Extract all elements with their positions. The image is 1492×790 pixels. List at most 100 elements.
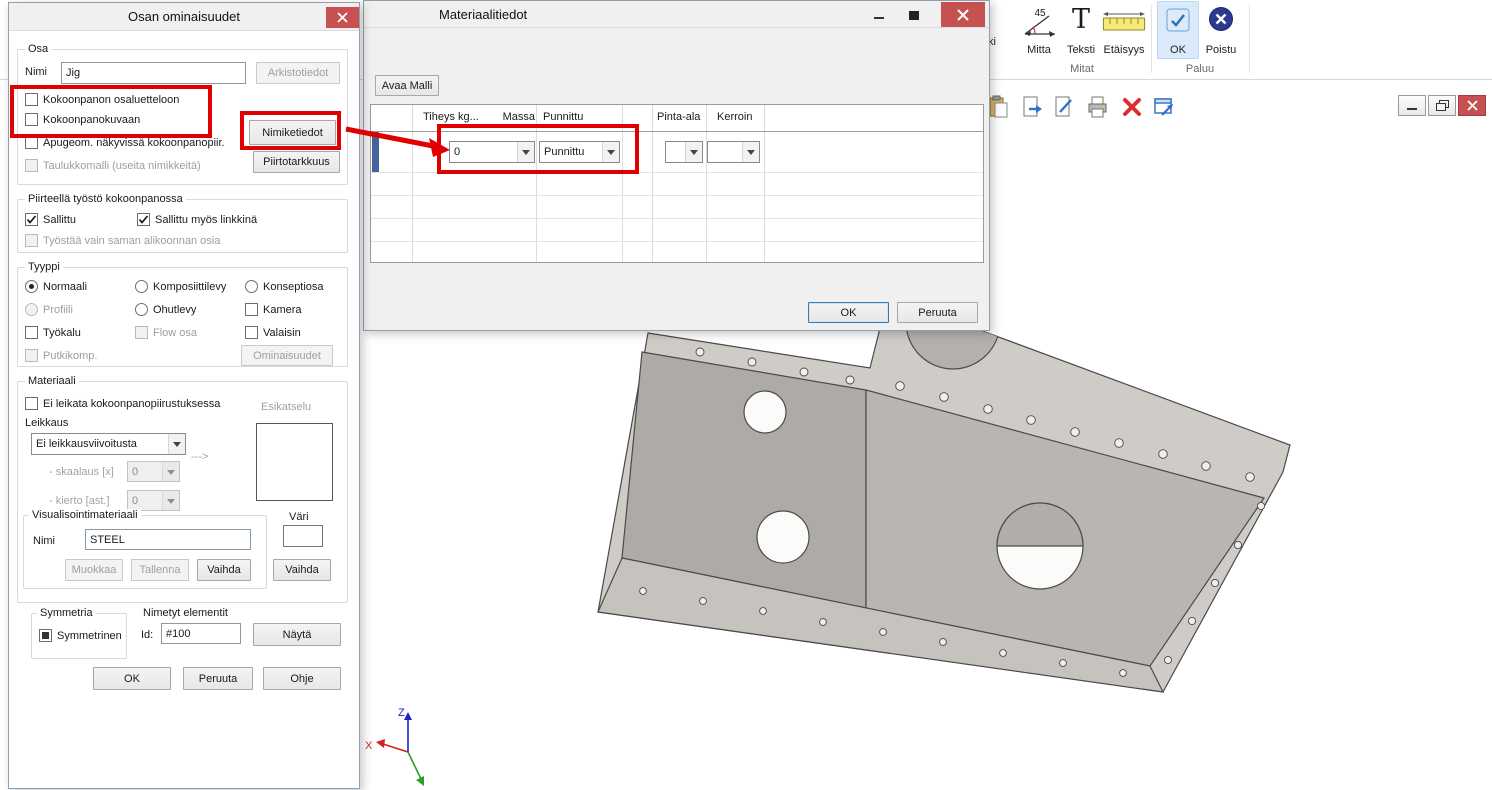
column-header-punnittu[interactable]: Punnittu (543, 111, 583, 123)
part-dialog-close-button[interactable] (326, 7, 359, 28)
radio-konseptiosa[interactable]: Konseptiosa (245, 280, 324, 293)
checkbox-tyokalu[interactable]: Työkalu (25, 326, 81, 339)
color-swatch[interactable] (283, 525, 323, 547)
part-dialog-titlebar[interactable]: Osan ominaisuudet (9, 3, 359, 31)
minimize-icon (1406, 101, 1418, 111)
material-dialog-close-button[interactable] (941, 2, 985, 27)
nimi-input[interactable]: Jig (61, 62, 246, 84)
checkbox-box (245, 326, 258, 339)
part-ohje-button[interactable]: Ohje (263, 667, 341, 690)
checkbox-box (25, 349, 38, 362)
material-table: Tiheys kg... Massa Punnittu Pinta-ala Ke… (370, 104, 984, 263)
id-label: Id: (141, 629, 153, 641)
kerroin-dropdown[interactable] (707, 141, 760, 163)
column-header-pinta-ala[interactable]: Pinta-ala (657, 111, 700, 123)
vis-nimi-value: STEEL (90, 534, 125, 546)
delete-icon[interactable] (1120, 95, 1144, 119)
part-peruuta-button[interactable]: Peruuta (183, 667, 253, 690)
checkbox-label: Taulukkomalli (useita nimikkeitä) (43, 160, 201, 172)
nayta-button[interactable]: Näytä (253, 623, 341, 646)
radio-komposiittilevy[interactable]: Komposiittilevy (135, 280, 226, 293)
vaihda-button[interactable]: Vaihda (197, 559, 251, 581)
leikkaus-dropdown[interactable]: Ei leikkausviivoitusta (31, 433, 186, 455)
edit-document-icon[interactable] (1052, 95, 1076, 119)
print-icon[interactable] (1086, 95, 1110, 119)
checkbox-symmetrinen[interactable]: Symmetrinen (39, 629, 122, 642)
checkbox-label: Kokoonpanokuvaan (43, 114, 140, 126)
minimize-icon (873, 10, 885, 20)
checkbox-kokoonpanon-osaluetteloon[interactable]: Kokoonpanon osaluetteloon (25, 93, 179, 106)
tallenna-button: Tallenna (131, 559, 189, 581)
export-document-icon[interactable] (1020, 95, 1044, 119)
radio-ohutlevy[interactable]: Ohutlevy (135, 303, 196, 316)
window-minimize-button[interactable] (1398, 95, 1426, 116)
column-header-massa[interactable]: Massa (489, 111, 535, 123)
preview-box (256, 423, 333, 501)
ok-check-icon (1166, 8, 1190, 32)
vis-nimi-input[interactable]: STEEL (85, 529, 251, 550)
checkbox-ei-leikata[interactable]: Ei leikata kokoonpanopiirustuksessa (25, 397, 220, 410)
etaisyys-button[interactable]: Etäisyys (1104, 44, 1145, 56)
mitta-button[interactable]: Mitta (1027, 44, 1051, 56)
export-window-icon[interactable] (1152, 95, 1176, 119)
group-tyyppi-label: Tyyppi (25, 261, 63, 273)
checkbox-apugeom[interactable]: Apugeom. näkyvissä kokoonpanopiir. (25, 136, 225, 149)
checkbox-label: Kokoonpanon osaluetteloon (43, 94, 179, 106)
ribbon-separator (1151, 5, 1152, 73)
checkbox-box (25, 113, 38, 126)
radio-profiili: Profiili (25, 303, 73, 316)
part-ok-button[interactable]: OK (93, 667, 171, 690)
radio-label: Normaali (43, 281, 87, 293)
avaa-malli-button[interactable]: Avaa Malli (375, 75, 439, 96)
nimiketiedot-button[interactable]: Nimiketiedot (249, 120, 336, 145)
column-header-tiheys[interactable]: Tiheys kg... (423, 111, 479, 123)
ribbon-group-mitat: Mitat (1070, 63, 1094, 75)
material-peruuta-button[interactable]: Peruuta (897, 302, 978, 323)
checkbox-box (25, 213, 38, 226)
checkbox-sallittu-linkkina[interactable]: Sallittu myös linkkinä (137, 213, 257, 226)
punnittu-dropdown[interactable]: Punnittu (539, 141, 620, 163)
kierto-dropdown: 0 (127, 490, 180, 511)
checkbox-label: Apugeom. näkyvissä kokoonpanopiir. (43, 137, 225, 149)
checkbox-label: Symmetrinen (57, 630, 122, 642)
checkbox-kokoonpanokuvaan[interactable]: Kokoonpanokuvaan (25, 113, 140, 126)
massa-dropdown[interactable]: 0 (449, 141, 535, 163)
material-ok-button[interactable]: OK (808, 302, 889, 323)
window-restore-button[interactable] (1428, 95, 1456, 116)
axis-z-label: Z (398, 707, 405, 719)
checkbox-valaisin[interactable]: Valaisin (245, 326, 301, 339)
checkbox-sallittu[interactable]: Sallittu (25, 213, 76, 226)
checkbox-box (25, 397, 38, 410)
nimetyt-elementit-label: Nimetyt elementit (143, 607, 228, 619)
checkbox-label: Ei leikata kokoonpanopiirustuksessa (43, 398, 220, 410)
radio-label: Komposiittilevy (153, 281, 226, 293)
radio-dot (245, 280, 258, 293)
arkistotiedot-button: Arkistotiedot (256, 62, 340, 84)
preview-arrow-text: ---> (191, 451, 208, 463)
skaalaus-dropdown-value: 0 (132, 466, 138, 478)
table-rowline (371, 218, 983, 219)
close-icon (1467, 100, 1478, 111)
piirtotarkkuus-button[interactable]: Piirtotarkkuus (253, 151, 340, 173)
dimension-icon-text: 45 (1034, 8, 1046, 19)
dialog-maximize-button[interactable] (898, 6, 929, 24)
kierto-label: - kierto [ast.] (49, 495, 110, 507)
window-close-button[interactable] (1458, 95, 1486, 116)
radio-normaali[interactable]: Normaali (25, 280, 87, 293)
vaihda-vari-button[interactable]: Vaihda (273, 559, 331, 581)
restore-icon (1436, 100, 1449, 112)
teksti-button[interactable]: Teksti (1067, 44, 1095, 56)
application-window: ki 45 Mitta T Teksti Etäisyys Mitat (0, 0, 1492, 790)
ribbon-ok-button[interactable]: OK (1170, 44, 1186, 56)
punnittu-dropdown-value: Punnittu (544, 146, 584, 158)
pinta-ala-dropdown[interactable] (665, 141, 703, 163)
skaalaus-label: - skaalaus [x] (49, 466, 114, 478)
column-header-kerroin[interactable]: Kerroin (717, 111, 752, 123)
checkbox-kamera[interactable]: Kamera (245, 303, 302, 316)
material-dialog-titlebar[interactable]: Materiaalitiedot (364, 1, 989, 28)
id-input[interactable]: #100 (161, 623, 241, 644)
poistu-button[interactable]: Poistu (1206, 44, 1237, 56)
close-icon (957, 9, 969, 21)
row-selector[interactable] (372, 132, 379, 172)
dialog-minimize-button[interactable] (864, 6, 893, 24)
